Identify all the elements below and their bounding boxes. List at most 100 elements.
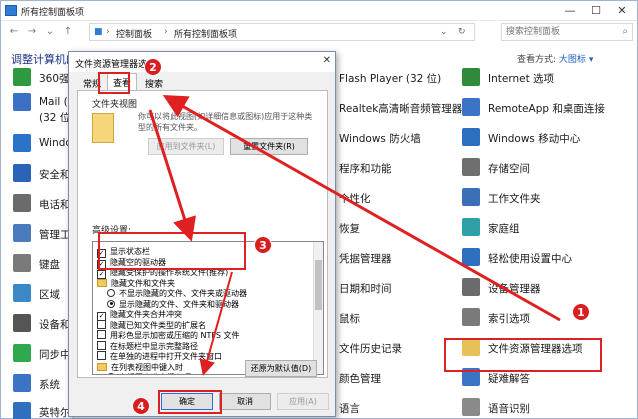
minimize-button[interactable]: — (557, 3, 583, 18)
settings-row-label: 显示隐藏的文件、文件夹和驱动器 (119, 299, 239, 309)
recent-chevron-icon[interactable]: ⌄ (43, 25, 57, 39)
view-by: 查看方式: 大图标 ▾ (517, 52, 593, 65)
item-label: 文件历史记录 (339, 343, 402, 355)
item-icon (13, 254, 31, 272)
item-label: Windows 防火墙 (339, 133, 421, 145)
item-icon (462, 278, 480, 296)
apply-button[interactable]: 应用(A) (277, 393, 329, 410)
item-label: 安全和 (39, 169, 71, 181)
scrollbar-thumb[interactable] (315, 260, 322, 310)
address-icon: ■ (94, 27, 103, 37)
search-input[interactable] (502, 24, 614, 40)
checkbox[interactable] (97, 340, 106, 350)
breadcrumb-all-items[interactable]: 所有控制面板项 (174, 27, 237, 40)
search-box[interactable]: ⌕ (501, 23, 633, 41)
step-badge-2: 2 (144, 58, 162, 76)
item-label: 索引选项 (488, 313, 530, 325)
folder-view-label: 文件夹视图 (92, 100, 138, 110)
settings-row[interactable]: 在视图中选中键入项 (107, 372, 191, 374)
item-icon (13, 134, 31, 152)
item-label: 设备和 (39, 319, 71, 331)
step-badge-3: 3 (254, 236, 272, 254)
settings-row-label: 隐藏文件和文件夹 (111, 278, 175, 288)
item-icon (462, 398, 480, 416)
radio-button[interactable] (107, 299, 115, 308)
item-icon (13, 314, 31, 332)
item-label: Windo (39, 137, 72, 149)
settings-row-label: 在视图中选中键入项 (119, 373, 191, 374)
item-label: 疑难解答 (488, 373, 530, 385)
settings-row-label: 在列表视图中键入时 (111, 362, 183, 372)
up-arrow-icon[interactable]: ↑ (61, 25, 75, 39)
settings-row-label: 在标题栏中显示完整路径 (110, 341, 198, 351)
apply-to-folders-button[interactable]: 应用到文件夹(L) (148, 138, 224, 155)
checkbox[interactable] (97, 351, 106, 360)
item-label: Windows 移动中心 (488, 133, 581, 145)
radio-button[interactable] (107, 373, 115, 374)
chevron-down-icon[interactable]: ▾ (589, 55, 594, 65)
highlight-ok-button (158, 390, 222, 414)
checkbox[interactable] (97, 319, 106, 329)
settings-row-label: 用彩色显示加密或压缩的 NTFS 文件 (110, 331, 240, 340)
item-icon (462, 248, 480, 266)
item-label: 日期和时间 (339, 283, 392, 295)
item-label: 个性化 (339, 193, 371, 205)
address-dropdown-icon[interactable]: ⌄ (440, 27, 448, 37)
item-label: 存储空间 (488, 163, 530, 175)
reset-folders-button[interactable]: 重置文件夹(R) (230, 138, 308, 155)
settings-row-label: 不显示隐藏的文件、文件夹或驱动器 (119, 289, 247, 298)
item-icon (462, 218, 480, 236)
folder-icon (97, 278, 107, 287)
item-label: 设备管理器 (488, 283, 541, 295)
item-label: 工作文件夹 (488, 193, 541, 205)
step-badge-4: 4 (132, 397, 150, 415)
back-arrow-icon[interactable]: ← (7, 25, 21, 39)
settings-row-label: 隐藏文件夹合并冲突 (110, 310, 182, 319)
restore-defaults-button[interactable]: 还原为默认值(D) (245, 360, 317, 377)
item-label: 颜色管理 (339, 373, 381, 385)
cancel-button[interactable]: 取消 (219, 393, 271, 410)
item-label: 轻松使用设置中心 (488, 253, 572, 265)
dialog-close-button[interactable]: ✕ (323, 55, 331, 66)
folder-view-description: 你可以将此视图(如详细信息或图标)应用于这种类型的所有文件夹。 (138, 112, 313, 132)
window-title: 所有控制面板项 (21, 8, 85, 18)
breadcrumb-separator: › (164, 27, 168, 37)
item-label: Internet 选项 (488, 73, 555, 85)
address-bar[interactable]: ■ › 控制面板 › 所有控制面板项 ⌄ ↻ (89, 23, 475, 41)
item-icon (13, 164, 31, 182)
refresh-icon[interactable]: ↻ (458, 27, 466, 37)
breadcrumb-control-panel[interactable]: 控制面板 (116, 27, 152, 40)
item-label: 语言 (339, 403, 360, 415)
view-by-dropdown[interactable]: 大图标 (559, 55, 586, 65)
settings-row-label: 隐藏已知文件类型的扩展名 (110, 320, 206, 330)
folder-icon (97, 362, 107, 371)
search-icon[interactable]: ⌕ (622, 26, 628, 37)
item-icon (13, 194, 31, 212)
forward-arrow-icon[interactable]: → (25, 25, 39, 39)
item-icon (462, 128, 480, 146)
breadcrumb-separator: › (106, 27, 110, 37)
item-label: 家庭组 (488, 223, 520, 235)
item-label: 电话和 (39, 199, 71, 211)
item-label: 鼠标 (339, 313, 360, 325)
item-icon (13, 344, 31, 362)
control-panel-icon (5, 5, 17, 16)
item-icon (13, 93, 31, 111)
item-label: 恢复 (339, 223, 360, 235)
title-bar: 所有控制面板项 — ☐ ✕ (1, 1, 637, 21)
item-label: 凭据管理器 (339, 253, 392, 265)
maximize-button[interactable]: ☐ (583, 3, 609, 18)
checkbox[interactable] (97, 330, 106, 339)
scrollbar[interactable] (313, 242, 323, 374)
highlight-file-explorer-options (444, 338, 602, 372)
item-icon (462, 68, 480, 86)
item-label: Flash Player (32 位) (339, 73, 442, 85)
item-label: RemoteApp 和桌面连接 (488, 103, 605, 115)
item-icon (462, 158, 480, 176)
dialog-title-bar: 文件资源管理器选项 ✕ (69, 52, 335, 72)
item-label: 程序和功能 (339, 163, 392, 175)
item-label: 区域 (39, 289, 60, 301)
close-button[interactable]: ✕ (609, 3, 635, 18)
radio-button[interactable] (107, 289, 115, 297)
item-label: 键盘 (39, 259, 60, 271)
